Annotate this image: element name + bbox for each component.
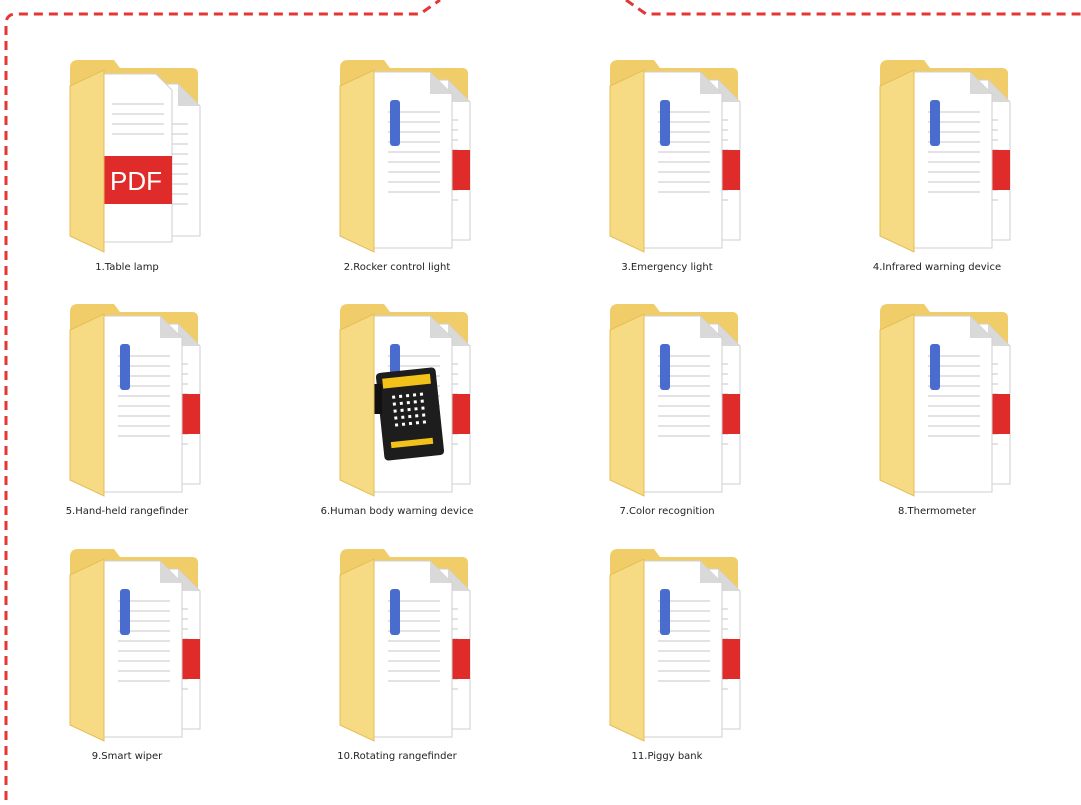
pdf-folder-icon: PDF [60,56,210,256]
folder-label: 8.Thermometer [897,506,976,517]
folder-label: 7.Color recognition [619,506,715,517]
folder-item[interactable]: 7.Color recognition [572,300,762,530]
folder-item[interactable]: 11.Piggy bank [572,545,762,775]
folder-item[interactable]: 9.Smart wiper [32,545,222,775]
document-folder-icon [330,56,480,256]
microbit-folder-icon [330,300,480,500]
document-folder-icon [60,545,210,745]
document-folder-icon [600,300,750,500]
folder-label: 6.Human body warning device [320,506,474,517]
folder-label: 11.Piggy bank [631,751,703,762]
folder-label: 4.Infrared warning device [872,262,1002,273]
folder-item[interactable]: 3.Emergency light [572,56,762,286]
folder-label: 5.Hand-held rangefinder [65,506,189,517]
folder-item[interactable]: 4.Infrared warning device [842,56,1032,286]
document-folder-icon [600,56,750,256]
folder-label: 10.Rotating rangefinder [337,751,457,762]
pdf-badge-text: PDF [110,166,162,196]
folder-item[interactable]: 8.Thermometer [842,300,1032,530]
document-folder-icon [330,545,480,745]
folder-label: 2.Rocker control light [343,262,451,273]
folder-item[interactable]: 10.Rotating rangefinder [302,545,492,775]
folder-item[interactable]: 2.Rocker control light [302,56,492,286]
folder-label: 1.Table lamp [95,262,159,273]
document-folder-icon [870,300,1020,500]
folder-item[interactable]: 5.Hand-held rangefinder [32,300,222,530]
document-folder-icon [60,300,210,500]
folder-label: 3.Emergency light [621,262,713,273]
folder-item[interactable]: 6.Human body warning device [302,300,492,530]
folder-label: 9.Smart wiper [91,751,163,762]
document-folder-icon [600,545,750,745]
folder-item[interactable]: PDF 1.Table lamp [32,56,222,286]
document-folder-icon [870,56,1020,256]
